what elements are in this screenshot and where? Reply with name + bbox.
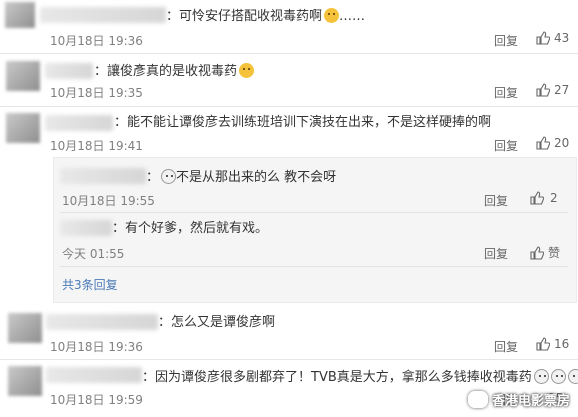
reply-button[interactable]: 回复 [494, 137, 518, 154]
comment-time: 10月18日 19:41 [50, 139, 143, 153]
reply-button[interactable]: 回复 [494, 32, 518, 49]
comment-text: ：能不能让谭俊彦去训练班培训下演技在出来，不是这样硬捧的啊 [114, 115, 492, 130]
avatar[interactable] [5, 2, 35, 28]
comment-time: 10月18日 19:36 [50, 34, 143, 48]
thumbs-up-icon [536, 83, 550, 97]
reply-time: 10月18日 19:55 [62, 194, 155, 208]
thumbs-up-icon [530, 245, 544, 260]
like-count: 20 [554, 136, 570, 150]
avatar[interactable] [6, 113, 40, 143]
comment-time: 10月18日 19:36 [50, 340, 143, 354]
reply-time: 今天 01:55 [62, 247, 125, 261]
like-count: 2 [550, 191, 558, 205]
divider [60, 266, 568, 267]
divider [0, 359, 578, 360]
comment-text: ：因为谭俊彦很多剧都弃了！TVB真是大方，拿那么多钱捧收视毒药 [142, 369, 578, 386]
like-button[interactable]: 20 [536, 136, 569, 150]
like-button[interactable]: 27 [536, 83, 569, 97]
username-blurred[interactable] [46, 367, 142, 383]
reply-button[interactable]: 回复 [484, 192, 508, 209]
like-button[interactable]: 16 [536, 337, 569, 351]
watermark: 香港电影票房 [467, 390, 570, 409]
comment-time: 10月18日 19:59 [50, 393, 143, 407]
username-blurred[interactable] [40, 7, 166, 23]
more-replies-link[interactable]: 共3条回复 [62, 276, 118, 293]
username-blurred[interactable] [60, 168, 146, 184]
comment-text: ：讓俊彥真的是收视毒药 [94, 63, 255, 80]
divider [0, 53, 578, 54]
comment-text: ：可怜安仔搭配收视毒药啊…… [166, 8, 366, 24]
emoji-icon [161, 169, 177, 184]
emoji-icon [239, 63, 255, 78]
reply-text: ：有个好爹，然后就有戏。 [112, 221, 269, 236]
divider [60, 212, 568, 213]
username-blurred[interactable] [46, 314, 158, 330]
reply-text: ：不是从那出来的么 教不会呀 [146, 169, 337, 185]
like-count: 16 [554, 337, 570, 351]
emoji-icon [567, 369, 578, 384]
like-button[interactable]: 赞 [530, 244, 560, 261]
username-blurred[interactable] [45, 63, 93, 79]
avatar[interactable] [8, 366, 42, 396]
avatar[interactable] [6, 61, 40, 91]
emoji-icon [324, 8, 340, 23]
avatar[interactable] [8, 313, 42, 343]
divider [0, 106, 578, 107]
thumbs-up-icon [536, 31, 550, 45]
wechat-icon [467, 391, 488, 408]
reply-button[interactable]: 回复 [484, 245, 508, 262]
thumbs-up-icon [536, 337, 550, 351]
username-blurred[interactable] [60, 220, 112, 236]
emoji-icon [533, 369, 549, 384]
comment-time: 10月18日 19:35 [50, 86, 143, 100]
thumbs-up-icon [536, 136, 550, 150]
thumbs-up-icon [530, 191, 544, 205]
like-count: 27 [554, 83, 570, 97]
reply-button[interactable]: 回复 [494, 338, 518, 355]
reply-button[interactable]: 回复 [494, 84, 518, 101]
like-button[interactable]: 43 [536, 31, 569, 45]
like-count: 43 [554, 31, 570, 45]
username-blurred[interactable] [45, 115, 113, 131]
like-button[interactable]: 2 [530, 191, 558, 205]
emoji-icon [550, 369, 566, 384]
like-label: 赞 [548, 246, 561, 260]
comment-text: ：怎么又是谭俊彦啊 [158, 315, 276, 330]
